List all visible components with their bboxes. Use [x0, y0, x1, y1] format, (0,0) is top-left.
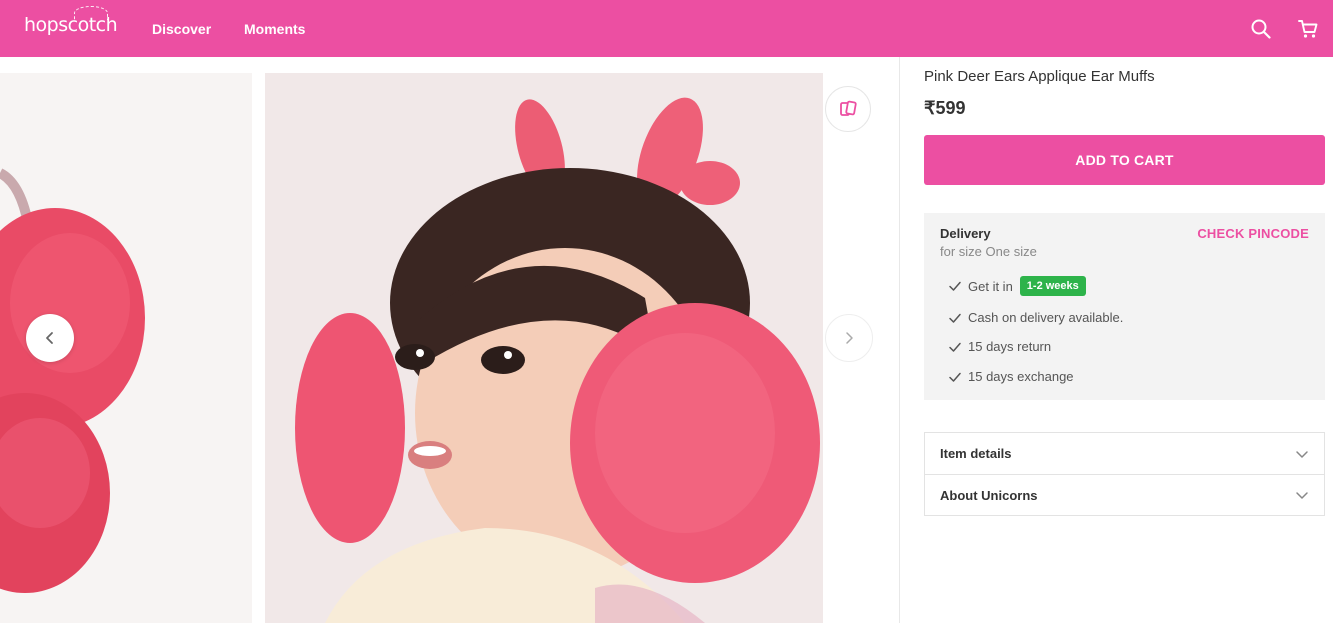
accordion-label: About Unicorns	[940, 487, 1038, 503]
lookbook-icon	[840, 100, 857, 116]
panel-divider	[899, 57, 900, 623]
product-title: Pink Deer Ears Applique Ear Muffs	[924, 68, 1155, 85]
feature-row: 15 days exchange	[948, 369, 1074, 384]
chevron-down-icon	[1296, 492, 1308, 499]
get-it-in-label: Get it in	[968, 278, 1013, 294]
feature-text: 15 days return	[968, 339, 1052, 354]
add-to-cart-button[interactable]: ADD TO CART	[924, 135, 1325, 185]
chevron-right-icon	[846, 332, 853, 344]
accordion-label: Item details	[940, 446, 1012, 461]
delivery-eta-row: Get it in 1-2 weeks	[948, 276, 1086, 296]
feature-text: 15 days exchange	[968, 369, 1074, 384]
accordion-item-details[interactable]: Item details	[925, 433, 1324, 474]
main-product-image[interactable]	[265, 73, 823, 623]
search-icon[interactable]	[1250, 18, 1272, 40]
check-pincode-link[interactable]: CHECK PINCODE	[1197, 226, 1309, 241]
delivery-title: Delivery	[940, 226, 991, 241]
chevron-down-icon	[1296, 450, 1308, 458]
feature-row: Cash on delivery available.	[948, 310, 1123, 325]
lookbook-button[interactable]	[825, 86, 871, 132]
feature-row: 15 days return	[948, 339, 1051, 354]
child-wearing-earmuffs-illustration	[265, 73, 823, 623]
cart-icon[interactable]	[1297, 18, 1319, 40]
delivery-panel: Delivery for size One size CHECK PINCODE…	[924, 213, 1325, 400]
product-price: ₹599	[924, 98, 966, 118]
feature-text: Cash on delivery available.	[968, 310, 1124, 325]
chevron-left-icon	[46, 332, 53, 344]
logo-swirl-decoration	[74, 6, 108, 20]
delivery-size-text: for size One size	[940, 244, 1037, 259]
nav-moments[interactable]: Moments	[244, 0, 305, 57]
top-header: hopscotch Discover Moments	[0, 0, 1333, 57]
check-icon	[949, 342, 961, 352]
check-icon	[949, 281, 961, 291]
nav-discover[interactable]: Discover	[152, 0, 211, 57]
check-icon	[949, 313, 961, 323]
eta-badge: 1-2 weeks	[1019, 276, 1086, 296]
accordion-about-brand[interactable]: About Unicorns	[925, 474, 1324, 515]
product-accordion: Item details About Unicorns	[924, 432, 1325, 516]
product-gallery	[0, 57, 899, 623]
previous-image-button[interactable]	[26, 314, 74, 362]
check-icon	[949, 372, 961, 382]
next-image-button[interactable]	[825, 314, 873, 362]
